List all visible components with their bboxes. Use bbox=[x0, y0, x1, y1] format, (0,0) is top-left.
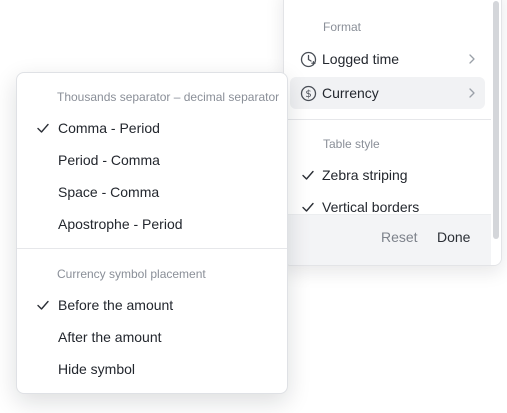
table-style-heading: Table style bbox=[323, 137, 380, 151]
column-options-menu: Format Logged time $ Currency Table styl… bbox=[283, 0, 502, 266]
option-period-comma[interactable]: Period - Comma bbox=[23, 144, 281, 176]
checkmark-icon bbox=[294, 169, 322, 181]
section-divider bbox=[284, 119, 491, 120]
menu-item-label: Vertical borders bbox=[322, 199, 420, 215]
option-hide-symbol[interactable]: Hide symbol bbox=[23, 353, 281, 385]
menu-item-label: Logged time bbox=[322, 51, 400, 67]
svg-text:$: $ bbox=[305, 89, 311, 100]
scrollbar[interactable] bbox=[491, 0, 501, 265]
currency-submenu: Thousands separator – decimal separator … bbox=[16, 72, 288, 394]
done-button[interactable]: Done bbox=[437, 229, 470, 245]
checkmark-icon bbox=[31, 299, 55, 311]
option-label: Apostrophe - Period bbox=[58, 216, 183, 232]
menu-item-label: Zebra striping bbox=[322, 167, 408, 183]
checkmark-icon bbox=[31, 122, 55, 134]
symbol-placement-heading: Currency symbol placement bbox=[57, 267, 206, 281]
option-label: Comma - Period bbox=[58, 120, 160, 136]
option-label: Period - Comma bbox=[58, 152, 160, 168]
option-comma-period[interactable]: Comma - Period bbox=[23, 112, 281, 144]
option-label: Space - Comma bbox=[58, 184, 160, 200]
option-after-amount[interactable]: After the amount bbox=[23, 321, 281, 353]
option-label: Before the amount bbox=[58, 297, 174, 313]
menu-footer: Reset Done bbox=[284, 214, 501, 265]
format-heading: Format bbox=[323, 20, 362, 34]
option-apostrophe-period[interactable]: Apostrophe - Period bbox=[23, 208, 281, 240]
checkmark-icon bbox=[294, 201, 322, 213]
chevron-right-icon bbox=[463, 87, 481, 99]
clock-icon bbox=[294, 51, 322, 68]
reset-button[interactable]: Reset bbox=[381, 229, 418, 245]
option-before-amount[interactable]: Before the amount bbox=[23, 289, 281, 321]
option-space-comma[interactable]: Space - Comma bbox=[23, 176, 281, 208]
option-label: After the amount bbox=[58, 329, 162, 345]
section-divider bbox=[17, 248, 287, 249]
menu-item-currency[interactable]: $ Currency bbox=[290, 77, 485, 109]
dollar-circle-icon: $ bbox=[294, 85, 322, 102]
separator-heading: Thousands separator – decimal separator bbox=[57, 90, 280, 104]
chevron-right-icon bbox=[463, 53, 481, 65]
menu-item-label: Currency bbox=[322, 85, 379, 101]
scrollbar-thumb[interactable] bbox=[493, 1, 499, 239]
menu-item-logged-time[interactable]: Logged time bbox=[290, 43, 485, 75]
option-label: Hide symbol bbox=[58, 361, 136, 377]
stage: Format Logged time $ Currency Table styl… bbox=[0, 0, 507, 413]
menu-item-zebra-striping[interactable]: Zebra striping bbox=[290, 159, 485, 191]
